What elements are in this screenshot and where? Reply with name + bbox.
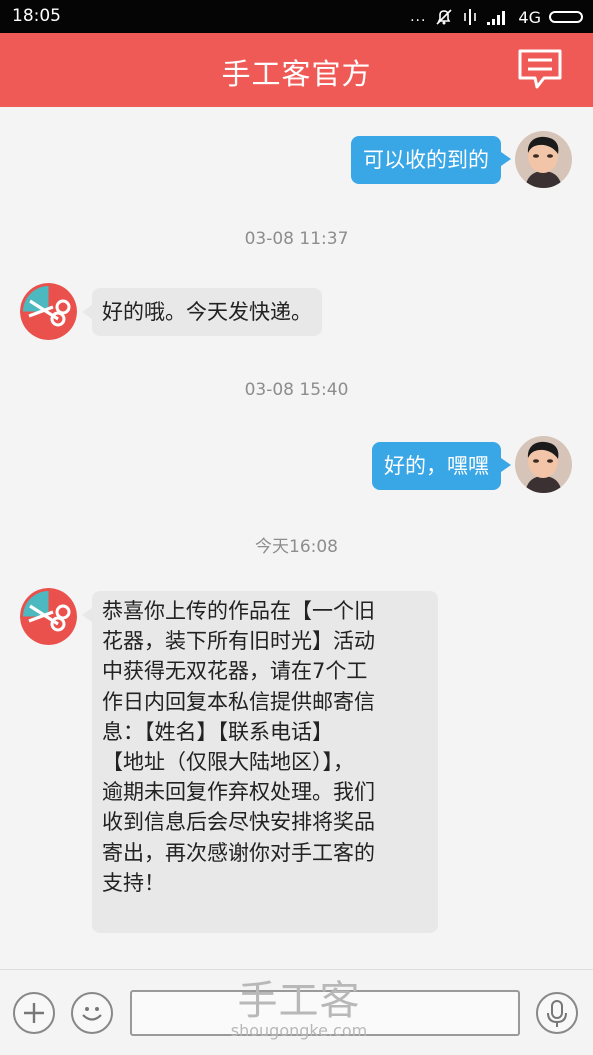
outgoing-message[interactable]: 可以收的到的 <box>351 136 511 184</box>
incoming-message[interactable]: 好的哦。今天发快递。 <box>82 288 322 336</box>
attach-button[interactable] <box>13 992 55 1034</box>
network-type: 4G <box>518 7 541 27</box>
official-avatar[interactable] <box>20 283 77 340</box>
message-line: 息：【姓名】【联系电话】 <box>102 719 333 744</box>
page-title: 手工客官方 <box>221 57 372 91</box>
watermark: 手工客 shougongke.com <box>229 979 369 1040</box>
plus-icon <box>24 1003 44 1023</box>
battery-icon <box>549 11 583 23</box>
chat-list[interactable]: 可以收的到的 03-08 11:37 好的哦。今天发快递。 03-08 15:4… <box>0 107 593 969</box>
notification-dots: ... <box>410 9 427 25</box>
emoji-button[interactable] <box>71 992 113 1034</box>
message-line: 花器，装下所有旧时光】活动 <box>102 629 375 654</box>
user-avatar[interactable] <box>515 436 572 493</box>
app-header: 手工客官方 <box>0 33 593 107</box>
timestamp: 03-08 11:37 <box>244 229 349 249</box>
outgoing-message[interactable]: 好的，嘿嘿 <box>372 442 511 490</box>
message-line: 作日内回复本私信提供邮寄信 <box>102 689 375 714</box>
message-line: 中获得无双花器，请在7个工 <box>102 659 368 684</box>
watermark-url: shougongke.com <box>230 1021 368 1040</box>
signal-icon <box>487 11 506 25</box>
watermark-logo-text: 手工客 <box>237 978 361 1024</box>
status-bar: 18:05 ... 4G <box>0 0 593 33</box>
message-line: 恭喜你上传的作品在【一个旧 <box>102 599 375 623</box>
message-line: 【地址（仅限大陆地区）】， <box>102 750 354 775</box>
microphone-icon <box>547 1000 567 1027</box>
message-line: 收到信息后会尽快安排将奖品 <box>102 810 375 835</box>
timestamp: 03-08 15:40 <box>244 380 349 400</box>
incoming-message[interactable]: 恭喜你上传的作品在【一个旧 花器，装下所有旧时光】活动 中获得无双花器，请在7个… <box>82 591 438 933</box>
message-line: 逾期未回复作弃权处理。我们 <box>102 780 375 805</box>
message-line: 支持！ <box>102 870 165 895</box>
timestamp: 今天16:08 <box>255 537 338 557</box>
vibrate-icon <box>464 9 477 25</box>
muted-bell-icon <box>436 9 452 25</box>
message-line: 寄出，再次感谢你对手工客的 <box>102 840 375 865</box>
official-avatar[interactable] <box>20 588 77 645</box>
voice-button[interactable] <box>536 992 578 1034</box>
user-avatar[interactable] <box>515 131 572 188</box>
smile-icon <box>82 1007 102 1021</box>
message-icon[interactable] <box>517 48 563 92</box>
status-time: 18:05 <box>12 6 61 26</box>
status-icons: ... 4G <box>410 6 583 28</box>
